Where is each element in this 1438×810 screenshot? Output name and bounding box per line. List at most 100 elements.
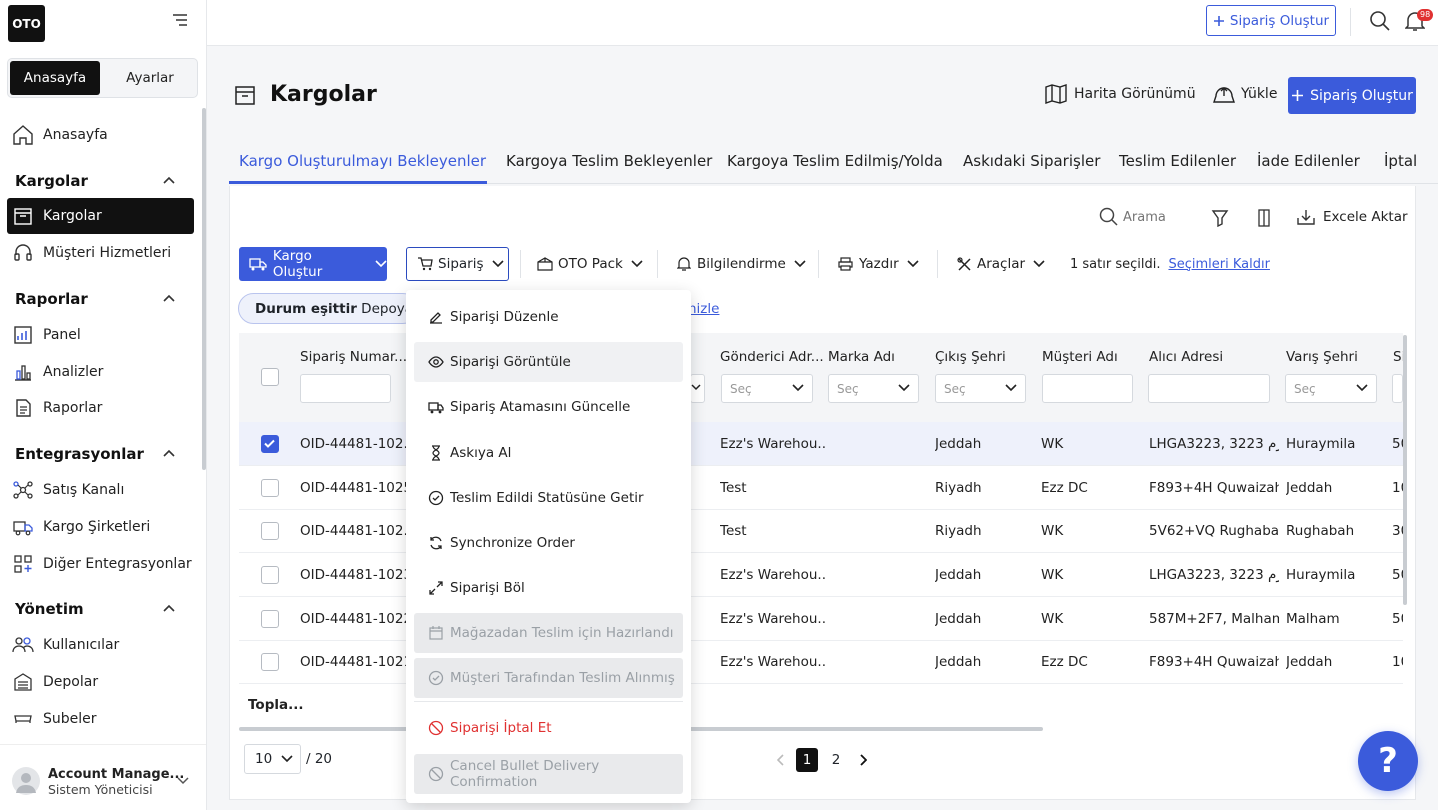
column-header-sender-address[interactable]: Gönderici Adr...	[720, 349, 824, 365]
print-dropdown[interactable]: Yazdır	[838, 247, 919, 281]
menu-item-sipari-atamas-n-g-ncelle[interactable]: Sipariş Atamasını Güncelle	[414, 387, 683, 427]
menu-item-sipari-i-d-zenle[interactable]: Siparişi Düzenle	[414, 297, 683, 337]
sidebar-item-subeler[interactable]: Şubeler	[7, 701, 194, 723]
menu-item-synchronize-order[interactable]: Synchronize Order	[414, 523, 683, 563]
section-kargolar[interactable]: Kargolar	[15, 172, 88, 190]
extra-filter-input[interactable]	[1392, 374, 1403, 403]
chevron-up-icon[interactable]	[162, 603, 176, 613]
tab-iade-edilenler[interactable]: İade Edilenler	[1257, 152, 1360, 170]
sidebar-scrollbar[interactable]	[202, 108, 206, 470]
column-header-destination-city[interactable]: Varış Şehri	[1286, 349, 1358, 365]
chevron-right-icon[interactable]	[859, 754, 867, 766]
row-checkbox[interactable]	[261, 522, 279, 540]
menu-item-label: Mağazadan Teslim için Hazırlandı	[450, 625, 674, 641]
sidebar-item-label: Müşteri Hizmetleri	[43, 245, 172, 261]
menu-item-ask-ya-al[interactable]: Askıya Al	[414, 433, 683, 473]
chevron-up-icon[interactable]	[162, 175, 176, 185]
upload-button[interactable]: Yükle	[1213, 84, 1277, 104]
brand-filter-select[interactable]: Seç	[828, 374, 919, 403]
sidebar-item-panel[interactable]: Panel	[7, 317, 194, 353]
row-checkbox[interactable]	[261, 479, 279, 497]
sidebar-item-analizler[interactable]: Analizler	[7, 354, 194, 390]
customer-filter-input[interactable]	[1042, 374, 1133, 403]
chevron-up-icon[interactable]	[162, 293, 176, 303]
cell-destination-city: Huraymila	[1286, 567, 1356, 583]
sync-icon	[428, 535, 444, 551]
sidebar-item-musteri-hizmetleri[interactable]: Müşteri Hizmetleri	[7, 235, 194, 271]
create-shipment-button[interactable]: Kargo Oluştur	[239, 247, 387, 281]
tab-kargoya-teslim-bekleyenler[interactable]: Kargoya Teslim Bekleyenler	[506, 152, 712, 170]
segment-settings[interactable]: Ayarlar	[108, 61, 192, 95]
sidebar-item-home[interactable]: Anasayfa	[7, 117, 194, 153]
column-header-extra[interactable]: Si	[1393, 349, 1403, 365]
section-raporlar[interactable]: Raporlar	[15, 290, 88, 308]
page-button-current[interactable]: 1	[796, 748, 818, 772]
page-button[interactable]: 2	[825, 748, 847, 772]
tab-kargoya-teslim-edilmis[interactable]: Kargoya Teslim Edilmiş/Yolda	[727, 152, 943, 170]
clear-selection-link[interactable]: Seçimleri Kaldır	[1168, 257, 1269, 272]
row-checkbox[interactable]	[261, 610, 279, 628]
oto-pack-dropdown[interactable]: OTO Pack	[537, 247, 643, 281]
sidebar-item-diger-entegrasyonlar[interactable]: Diğer Entegrasyonlar	[7, 546, 194, 582]
tab-teslim-edilenler[interactable]: Teslim Edilenler	[1119, 152, 1236, 170]
chevron-up-icon[interactable]	[162, 448, 176, 458]
cell-sender-address: Test	[720, 480, 747, 496]
page-size-select[interactable]: 10	[244, 744, 301, 774]
map-view-button[interactable]: Harita Görünümü	[1045, 84, 1196, 104]
section-entegrasyonlar[interactable]: Entegrasyonlar	[15, 445, 144, 463]
sidebar-item-satis-kanali[interactable]: Satış Kanalı	[7, 472, 194, 508]
order-actions-menu: Siparişi Düzenle Siparişi Görüntüle Sipari…	[406, 290, 691, 803]
search-input[interactable]	[1123, 207, 1193, 227]
menu-item-sipari-i-b-l[interactable]: Siparişi Böl	[414, 568, 683, 608]
segment-home[interactable]: Anasayfa	[10, 61, 100, 95]
menu-item-teslim-edildi-stat-s-ne-getir[interactable]: Teslim Edildi Statüsüne Getir	[414, 478, 683, 518]
sender-address-filter-select[interactable]: Seç	[721, 374, 813, 403]
filter-select-partial[interactable]	[690, 374, 705, 403]
column-header-recipient-address[interactable]: Alıcı Adresi	[1149, 349, 1223, 365]
tab-kargo-olusturulmayi-bekleyenler[interactable]: Kargo Oluşturulmayı Bekleyenler	[239, 152, 486, 170]
filter-icon[interactable]	[1211, 209, 1229, 227]
table-vertical-scrollbar[interactable]	[1403, 335, 1407, 605]
apps-grid-icon	[12, 553, 34, 575]
create-order-button[interactable]: Sipariş Oluştur	[1288, 77, 1416, 114]
row-checkbox[interactable]	[261, 435, 279, 453]
menu-collapse-icon[interactable]	[172, 13, 188, 27]
menu-item-sipari-i-g-r-nt-le[interactable]: Siparişi Görüntüle	[414, 342, 683, 382]
filter-link[interactable]: nizle	[688, 301, 719, 317]
row-checkbox[interactable]	[261, 653, 279, 671]
origin-city-filter-select[interactable]: Seç	[935, 374, 1026, 403]
tab-askidaki-siparisler[interactable]: Askıdaki Siparişler	[963, 152, 1100, 170]
order-actions-dropdown[interactable]: Sipariş	[406, 247, 509, 281]
topbar-create-order-button[interactable]: Sipariş Oluştur	[1206, 5, 1336, 36]
oto-logo[interactable]: OTO	[8, 5, 45, 42]
cell-customer: WK	[1041, 611, 1064, 627]
export-excel-button[interactable]: Excele Aktar	[1296, 208, 1408, 226]
menu-item-sipari-i-i-ptal-et[interactable]: Siparişi İptal Et	[414, 708, 683, 748]
cell-origin-city: Jeddah	[935, 654, 982, 670]
sidebar-item-raporlar[interactable]: Raporlar	[7, 390, 194, 426]
account-block[interactable]: Account Manage... Sistem Yöneticisi	[0, 744, 206, 810]
recipient-address-filter-input[interactable]	[1148, 374, 1270, 403]
tools-dropdown[interactable]: Araçlar	[957, 247, 1045, 281]
column-header-order-number[interactable]: Sipariş Numar...	[300, 349, 407, 365]
row-checkbox[interactable]	[261, 566, 279, 584]
destination-city-filter-select[interactable]: Seç	[1285, 374, 1377, 403]
order-number-filter-input[interactable]	[300, 374, 391, 403]
column-header-customer[interactable]: Müşteri Adı	[1042, 349, 1118, 365]
sidebar-item-kullanicilar[interactable]: Kullanıcılar	[7, 627, 194, 663]
column-header-origin-city[interactable]: Çıkış Şehri	[935, 349, 1006, 365]
sidebar-item-kargolar[interactable]: Kargolar	[7, 198, 194, 234]
filter-chip[interactable]: Durum eşittir Depoya A	[238, 293, 418, 324]
sidebar-item-kargo-sirketleri[interactable]: Kargo Şirketleri	[7, 509, 194, 545]
sidebar-item-depolar[interactable]: Depolar	[7, 664, 194, 700]
section-yonetim[interactable]: Yönetim	[15, 600, 84, 618]
columns-icon[interactable]	[1257, 208, 1271, 228]
select-all-checkbox[interactable]	[261, 368, 279, 386]
help-button[interactable]: ?	[1358, 731, 1418, 791]
chevron-left-icon[interactable]	[777, 754, 785, 766]
column-header-brand[interactable]: Marka Adı	[828, 349, 895, 365]
tab-iptal[interactable]: İptal	[1384, 152, 1438, 170]
search-icon[interactable]	[1369, 10, 1391, 32]
notification-dropdown[interactable]: Bilgilendirme	[677, 247, 806, 281]
headset-icon	[12, 242, 34, 264]
